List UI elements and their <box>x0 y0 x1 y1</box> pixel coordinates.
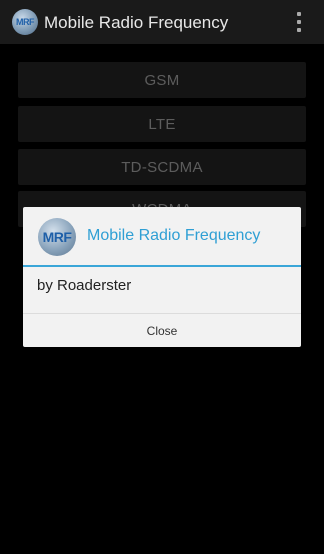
close-button[interactable]: Close <box>23 313 301 348</box>
dialog-logo-icon: MRF <box>38 218 76 256</box>
action-bar: MRF Mobile Radio Frequency <box>0 0 324 44</box>
dialog-message: by Roaderster <box>37 277 132 294</box>
app-logo-text: MRF <box>16 17 35 27</box>
dialog-title: Mobile Radio Frequency <box>87 227 261 244</box>
app-title: Mobile Radio Frequency <box>44 13 229 32</box>
app-screen: MRF Mobile Radio Frequency GSM LTE TD-SC… <box>0 0 324 554</box>
about-dialog: MRF Mobile Radio Frequency by Roaderster… <box>23 207 301 347</box>
app-logo-icon: MRF <box>12 9 38 35</box>
overflow-menu-icon[interactable] <box>296 12 302 32</box>
dialog-divider <box>23 265 301 267</box>
dialog-logo-text: MRF <box>42 229 72 245</box>
